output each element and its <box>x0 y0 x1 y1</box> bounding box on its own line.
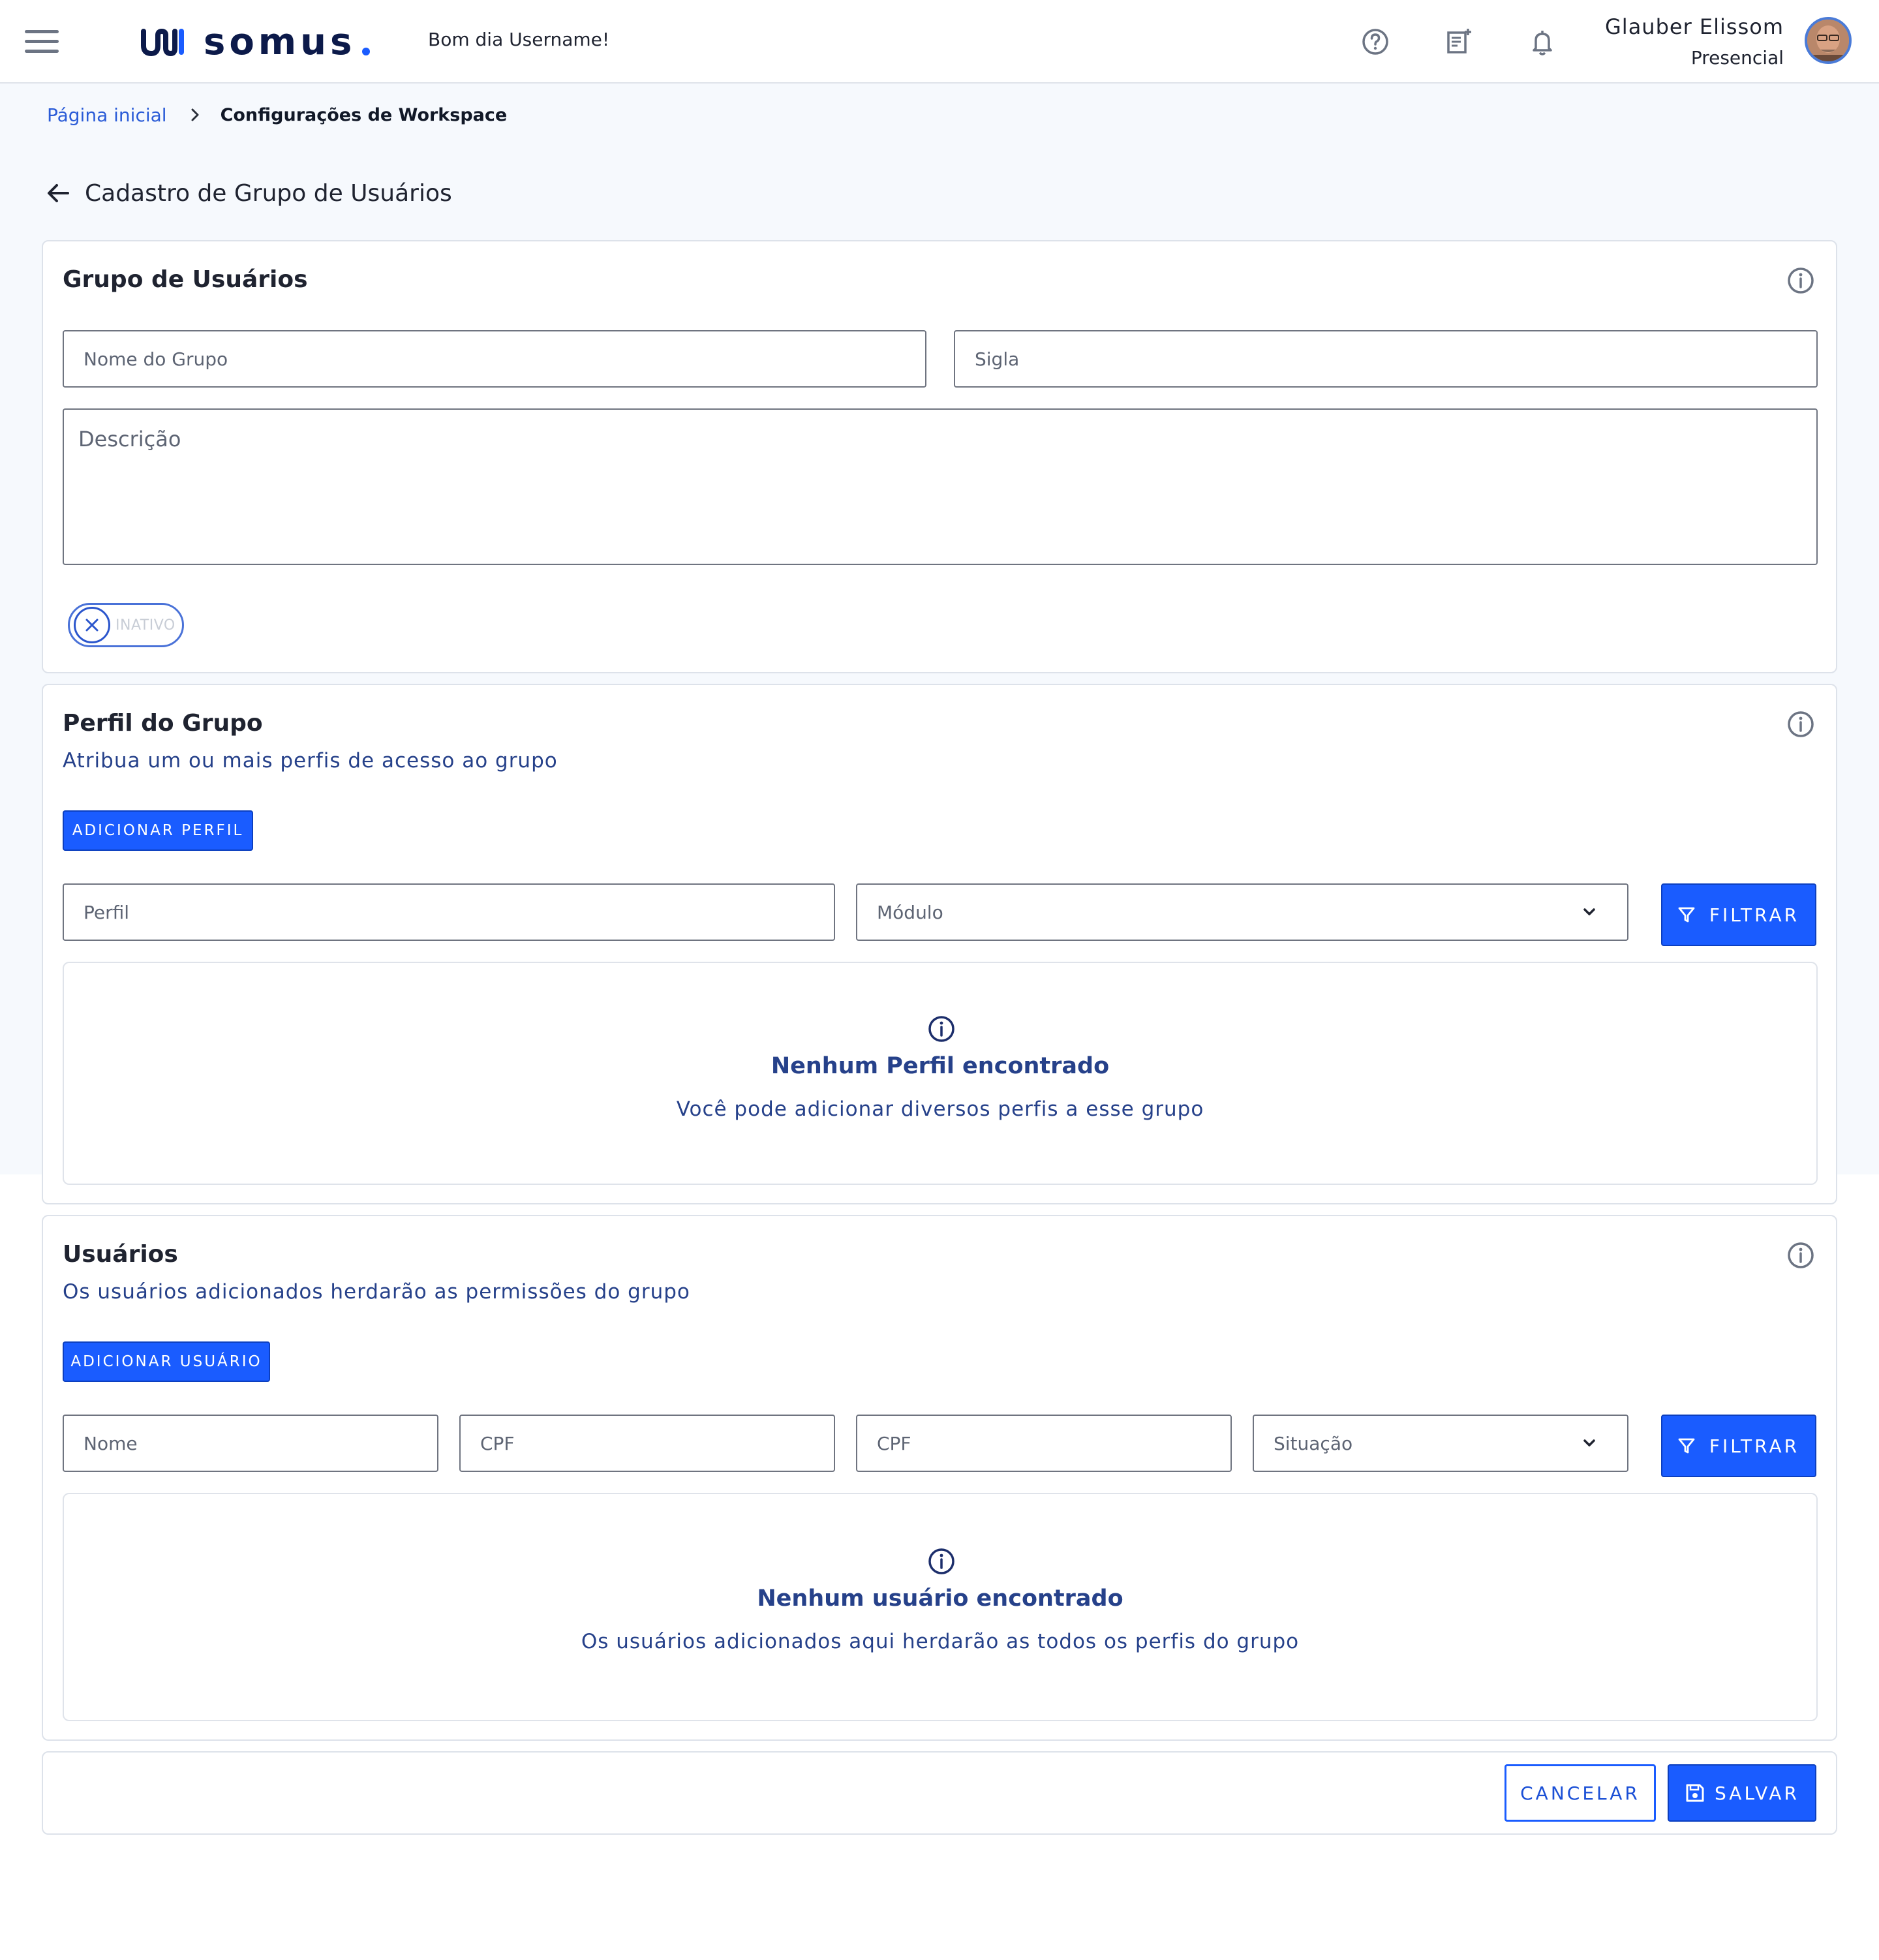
notes-add-icon[interactable] <box>1443 26 1474 57</box>
cpf-filter-input-2[interactable]: CPF <box>856 1415 1232 1472</box>
user-name-filter-placeholder: Nome <box>84 1432 138 1454</box>
filter-icon <box>1678 1438 1695 1454</box>
profile-empty-title: Nenhum Perfil encontrado <box>771 1053 1110 1079</box>
profile-filter-placeholder: Perfil <box>84 901 130 923</box>
cpf-filter-input-1[interactable]: CPF <box>459 1415 835 1472</box>
users-empty-state: Nenhum usuário encontrado Os usuários ad… <box>63 1493 1818 1721</box>
profile-card: Perfil do Grupo Atribua um ou mais perfi… <box>42 684 1837 1204</box>
users-card-title: Usuários <box>63 1241 178 1268</box>
profile-card-subtitle: Atribua um ou mais perfis de acesso ao g… <box>63 749 558 773</box>
profile-filter-label: FILTRAR <box>1709 904 1800 926</box>
page-title: Cadastro de Grupo de Usuários <box>85 179 452 207</box>
logo-mark-icon <box>141 28 184 57</box>
info-icon <box>928 1016 955 1042</box>
profile-card-title: Perfil do Grupo <box>63 710 263 737</box>
save-button[interactable]: SALVAR <box>1668 1764 1816 1822</box>
users-filter-button[interactable]: FILTRAR <box>1661 1415 1816 1477</box>
avatar[interactable] <box>1805 17 1852 64</box>
status-toggle[interactable]: INATIVO <box>68 603 184 647</box>
back-arrow-icon[interactable] <box>46 181 70 206</box>
user-status: Presencial <box>1690 47 1784 69</box>
cpf-filter-placeholder-2: CPF <box>877 1432 911 1454</box>
user-name[interactable]: Glauber Elissom <box>1605 14 1784 39</box>
acronym-placeholder: Sigla <box>975 348 1020 370</box>
cpf-filter-placeholder-1: CPF <box>480 1432 515 1454</box>
group-name-input[interactable]: Nome do Grupo <box>63 330 926 388</box>
filter-icon <box>1678 907 1695 923</box>
page-header: Cadastro de Grupo de Usuários <box>46 177 452 209</box>
help-icon[interactable] <box>1360 26 1391 57</box>
users-card: Usuários Os usuários adicionados herdarã… <box>42 1215 1837 1741</box>
add-user-button[interactable]: ADICIONAR USUÁRIO <box>63 1341 270 1382</box>
avatar-photo <box>1807 20 1849 61</box>
logo[interactable]: somus <box>141 20 371 63</box>
chevron-down-icon <box>1583 1439 1595 1447</box>
profile-filter-button[interactable]: FILTRAR <box>1661 883 1816 946</box>
logo-dot <box>362 48 371 55</box>
group-card: Grupo de Usuários Nome do Grupo Sigla De… <box>42 240 1837 673</box>
users-empty-subtitle: Os usuários adicionados aqui herdarão as… <box>581 1630 1300 1653</box>
user-name-filter-input[interactable]: Nome <box>63 1415 438 1472</box>
save-icon <box>1686 1784 1704 1802</box>
greeting: Bom dia Username! <box>428 29 609 50</box>
users-filter-label: FILTRAR <box>1709 1435 1800 1457</box>
bell-icon[interactable] <box>1527 26 1558 57</box>
chevron-down-icon <box>1583 908 1595 915</box>
profile-empty-state: Nenhum Perfil encontrado Você pode adici… <box>63 962 1818 1185</box>
close-icon <box>85 619 99 632</box>
info-icon[interactable] <box>1786 266 1815 295</box>
top-header: somus Bom dia Username! Glauber Elissom … <box>0 0 1879 84</box>
greeting-username: Username! <box>509 29 610 50</box>
breadcrumb: Página inicial Configurações de Workspac… <box>47 103 507 127</box>
status-toggle-label: INATIVO <box>115 617 176 634</box>
menu-icon[interactable] <box>25 30 59 54</box>
chevron-right-icon <box>191 108 199 121</box>
info-icon[interactable] <box>1786 710 1815 739</box>
greeting-prefix: Bom dia <box>428 29 504 50</box>
status-select-placeholder: Situação <box>1274 1432 1353 1454</box>
logo-text: somus <box>204 20 356 63</box>
group-name-placeholder: Nome do Grupo <box>84 348 228 370</box>
profile-empty-subtitle: Você pode adicionar diversos perfis a es… <box>676 1097 1204 1121</box>
add-profile-button[interactable]: ADICIONAR PERFIL <box>63 810 253 851</box>
module-select-placeholder: Módulo <box>877 901 943 923</box>
description-textarea[interactable]: Descrição <box>63 408 1818 565</box>
acronym-input[interactable]: Sigla <box>954 330 1818 388</box>
module-select[interactable]: Módulo <box>856 883 1628 941</box>
info-icon <box>928 1548 955 1574</box>
group-card-title: Grupo de Usuários <box>63 266 308 293</box>
save-button-label: SALVAR <box>1715 1782 1799 1804</box>
status-select[interactable]: Situação <box>1253 1415 1628 1472</box>
users-card-subtitle: Os usuários adicionados herdarão as perm… <box>63 1280 690 1304</box>
breadcrumb-home-link[interactable]: Página inicial <box>47 104 167 126</box>
info-icon[interactable] <box>1786 1241 1815 1270</box>
breadcrumb-current: Configurações de Workspace <box>220 104 508 125</box>
description-placeholder: Descrição <box>78 427 181 452</box>
cancel-button[interactable]: CANCELAR <box>1505 1764 1656 1822</box>
actions-card: CANCELAR SALVAR <box>42 1751 1837 1835</box>
users-empty-title: Nenhum usuário encontrado <box>757 1585 1123 1612</box>
profile-filter-input[interactable]: Perfil <box>63 883 835 941</box>
toggle-knob <box>74 607 110 643</box>
